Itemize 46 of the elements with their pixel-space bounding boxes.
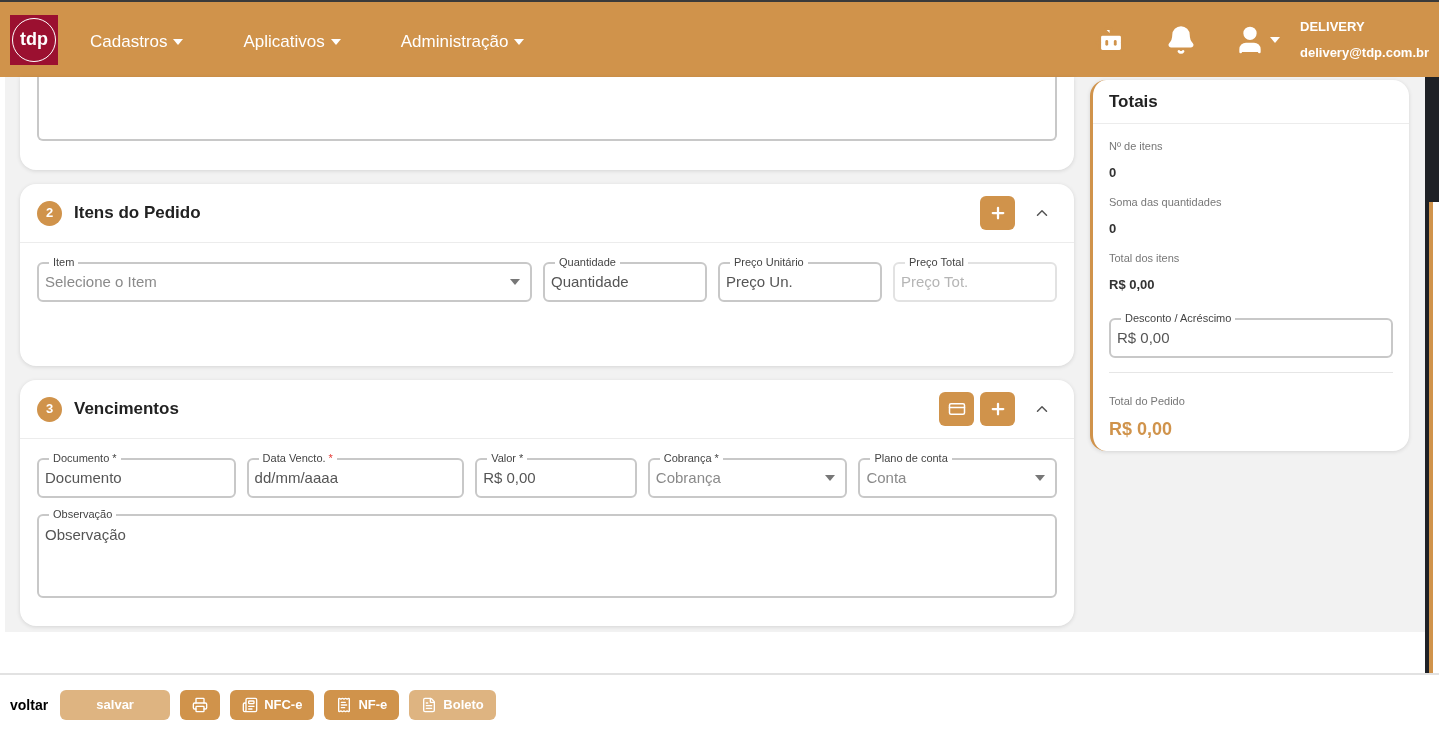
document-icon <box>421 697 438 713</box>
step-number: 2 <box>37 200 62 226</box>
step-number: 3 <box>37 396 62 422</box>
add-button[interactable] <box>980 392 1015 426</box>
stat-label: Total do Pedido <box>1109 394 1186 409</box>
card-icon <box>947 400 966 418</box>
caret-icon <box>1035 475 1045 481</box>
placeholder-text: Preço Un. <box>726 271 794 292</box>
print-button[interactable] <box>180 690 221 720</box>
notification-icon[interactable] <box>1166 24 1196 55</box>
caret-icon <box>1270 36 1280 43</box>
caret-icon <box>514 38 525 45</box>
card-title: Totais <box>1109 90 1158 113</box>
placeholder-text: Cobrança <box>655 467 722 488</box>
receipt-icon <box>336 697 353 713</box>
caret-icon <box>173 38 184 45</box>
placeholder-text: Quantidade <box>551 271 630 292</box>
placeholder-text: Observação <box>45 525 127 545</box>
textarea-field[interactable] <box>37 77 1057 141</box>
logo[interactable]: tdp <box>10 14 58 65</box>
section-title: Vencimentos <box>74 398 180 421</box>
placeholder-text: R$ 0,00 <box>483 467 537 488</box>
stat-value: R$ 0,00 <box>1109 275 1156 294</box>
stat-label: Soma das quantidades <box>1109 195 1223 210</box>
placeholder-text: Conta <box>866 467 908 488</box>
placeholder-text: Documento <box>45 467 123 488</box>
section-title: Itens do Pedido <box>74 202 202 225</box>
back-link[interactable]: voltar <box>10 694 49 716</box>
placeholder-text: R$ 0,00 <box>1117 327 1171 348</box>
caret-icon <box>825 475 836 481</box>
stat-label: Total dos itens <box>1109 251 1181 266</box>
placeholder-text: Preço Tot. <box>901 271 970 292</box>
caret-icon <box>510 279 520 285</box>
order-total: R$ 0,00 <box>1109 417 1174 441</box>
user-name: DELIVERY <box>1300 18 1366 36</box>
card-button[interactable] <box>939 392 974 426</box>
stat-value: 0 <box>1109 163 1118 182</box>
stat-value: 0 <box>1109 219 1118 238</box>
placeholder-text: Selecione o Item <box>45 271 158 292</box>
add-button[interactable] <box>980 196 1015 230</box>
user-email: delivery@tdp.com.br <box>1300 43 1429 62</box>
printer-icon <box>192 697 209 713</box>
document-icon <box>242 697 259 713</box>
stat-label: Nº de itens <box>1109 139 1164 154</box>
caret-icon <box>330 38 341 45</box>
placeholder-text: dd/mm/aaaa <box>254 467 339 488</box>
